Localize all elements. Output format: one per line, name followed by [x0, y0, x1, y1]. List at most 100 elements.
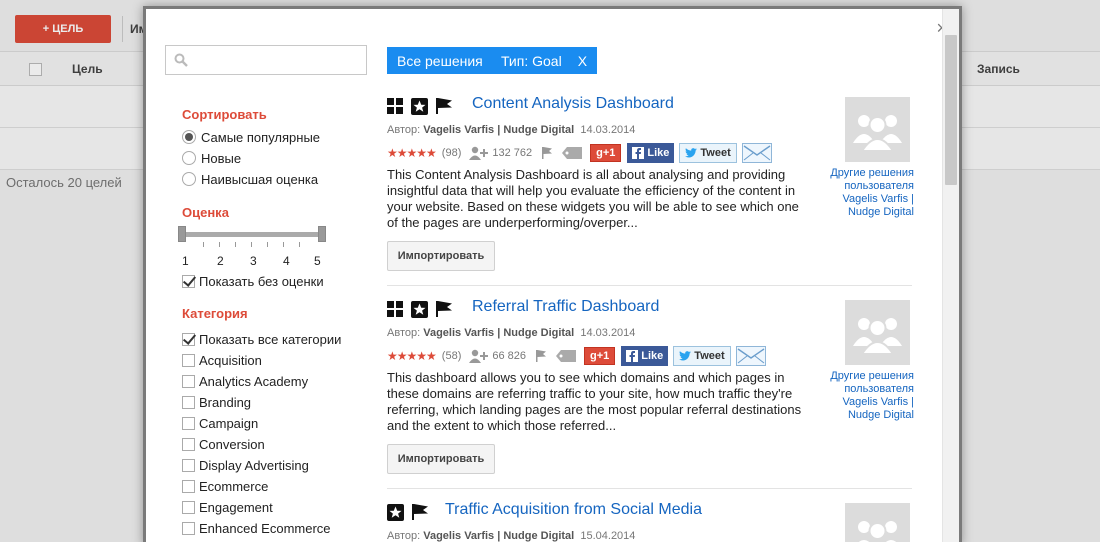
category-label: Conversion	[199, 436, 265, 452]
result-description: This Content Analysis Dashboard is all a…	[387, 167, 799, 230]
tweet-label: Tweet	[694, 350, 725, 362]
rating-slider-track[interactable]	[182, 232, 322, 237]
author-label: Автор:	[387, 124, 421, 136]
search-icon	[174, 53, 188, 67]
category-item[interactable]: Campaign	[182, 414, 258, 432]
like-label: Like	[647, 147, 670, 159]
category-label: Campaign	[199, 415, 259, 431]
result-author: Автор: Vagelis Varfis | Nudge Digital 14…	[387, 124, 635, 136]
result-title-link[interactable]: Traffic Acquisition from Social Media	[445, 501, 702, 519]
slider-tick	[267, 242, 268, 247]
category-item[interactable]: Ecommerce	[182, 477, 268, 495]
category-label: Показать все категории	[199, 331, 342, 347]
checkbox[interactable]	[182, 500, 195, 514]
other-solutions-link[interactable]: Другие решения пользователя Vagelis Varf…	[819, 167, 914, 219]
all-solutions-button[interactable]: Все решения	[387, 47, 493, 74]
checkbox[interactable]	[182, 479, 195, 493]
sort-option-popular[interactable]: Самые популярные	[182, 128, 320, 146]
checkbox-checked[interactable]	[182, 332, 195, 346]
goal-flag-icon	[436, 98, 452, 114]
author-avatar	[845, 300, 910, 365]
segment-icon	[411, 97, 428, 115]
checkbox[interactable]	[182, 374, 195, 388]
search-input[interactable]	[165, 45, 367, 75]
checkbox[interactable]	[182, 458, 195, 472]
rating-slider-max-handle[interactable]	[318, 226, 326, 242]
facebook-icon	[632, 147, 645, 159]
category-item[interactable]: Display Advertising	[182, 456, 309, 474]
tag-icon[interactable]	[556, 350, 577, 362]
checkbox[interactable]	[182, 521, 195, 535]
sort-option-label: Новые	[201, 150, 242, 166]
checkbox[interactable]	[182, 437, 195, 451]
type-filter-label: Тип: Goal	[501, 52, 562, 69]
result-type-icons	[387, 300, 453, 318]
tweet-button[interactable]: Tweet	[679, 143, 737, 163]
category-item[interactable]: Enhanced Ecommerce	[182, 519, 331, 537]
slider-tick	[235, 242, 236, 247]
rating-scale-label: 3	[250, 254, 257, 268]
modal-scrollbar[interactable]	[942, 9, 959, 542]
category-item[interactable]: Conversion	[182, 435, 265, 453]
author-name: Vagelis Varfis | Nudge Digital	[423, 530, 575, 542]
result-author: Автор: Vagelis Varfis | Nudge Digital 15…	[387, 530, 635, 542]
category-item[interactable]: Acquisition	[182, 351, 262, 369]
email-share-icon[interactable]	[741, 143, 772, 163]
category-item[interactable]: Analytics Academy	[182, 372, 308, 390]
show-unrated-checkbox[interactable]: Показать без оценки	[182, 272, 324, 290]
checkbox[interactable]	[182, 416, 195, 430]
radio[interactable]	[182, 172, 196, 186]
checkbox-checked[interactable]	[182, 274, 195, 288]
scrollbar-thumb[interactable]	[945, 35, 957, 185]
category-item[interactable]: Engagement	[182, 498, 273, 516]
user-count: 66 826	[492, 350, 527, 362]
users-group-icon	[858, 521, 897, 542]
report-flag-icon[interactable]	[540, 146, 554, 160]
sort-option-new[interactable]: Новые	[182, 149, 241, 167]
category-item[interactable]: Branding	[182, 393, 251, 411]
google-plus-button[interactable]: g+1	[584, 347, 616, 365]
tweet-button[interactable]: Tweet	[673, 346, 731, 366]
import-button[interactable]: Импортировать	[387, 444, 495, 474]
users-group-icon	[853, 318, 902, 355]
rating-stars: ★★★★★	[387, 146, 437, 160]
import-button[interactable]: Импортировать	[387, 241, 495, 271]
sort-heading: Сортировать	[182, 107, 267, 122]
author-name: Vagelis Varfis | Nudge Digital	[423, 124, 575, 136]
report-flag-icon[interactable]	[534, 349, 548, 363]
rating-heading: Оценка	[182, 205, 229, 220]
twitter-bird-icon	[685, 148, 698, 158]
other-solutions-link[interactable]: Другие решения пользователя Vagelis Varf…	[819, 370, 914, 422]
radio[interactable]	[182, 151, 196, 165]
email-share-icon[interactable]	[735, 346, 766, 366]
users-plus-icon	[469, 349, 489, 363]
google-plus-button[interactable]: g+1	[590, 144, 622, 162]
checkbox[interactable]	[182, 395, 195, 409]
result-title-link[interactable]: Content Analysis Dashboard	[472, 95, 674, 113]
category-label: Ecommerce	[199, 478, 269, 494]
author-avatar	[845, 503, 910, 542]
tag-icon[interactable]	[562, 147, 583, 159]
facebook-like-button[interactable]: Like	[621, 346, 669, 366]
user-count: 132 762	[492, 147, 533, 159]
radio-selected[interactable]	[182, 130, 196, 144]
result-divider	[387, 488, 912, 489]
sort-option-top-rated[interactable]: Наивысшая оценка	[182, 170, 318, 188]
result-item: Referral Traffic Dashboard Автор: Vageli…	[387, 298, 914, 480]
result-date: 14.03.2014	[580, 124, 636, 136]
facebook-like-button[interactable]: Like	[627, 143, 675, 163]
rating-slider-min-handle[interactable]	[178, 226, 186, 242]
review-count: (58)	[441, 350, 462, 362]
remove-filter-icon[interactable]: X	[578, 53, 587, 69]
category-show-all[interactable]: Показать все категории	[182, 330, 341, 348]
goal-flag-icon	[412, 504, 428, 520]
slider-tick	[299, 242, 300, 247]
dashboard-icon	[387, 97, 403, 114]
segment-icon	[387, 503, 404, 521]
type-filter-chip[interactable]: Тип: Goal X	[491, 47, 598, 74]
rating-stars: ★★★★★	[387, 349, 437, 363]
result-item: Content Analysis Dashboard Автор: Vageli…	[387, 95, 914, 277]
category-label: Analytics Academy	[199, 373, 309, 389]
checkbox[interactable]	[182, 353, 195, 367]
result-title-link[interactable]: Referral Traffic Dashboard	[472, 298, 659, 316]
